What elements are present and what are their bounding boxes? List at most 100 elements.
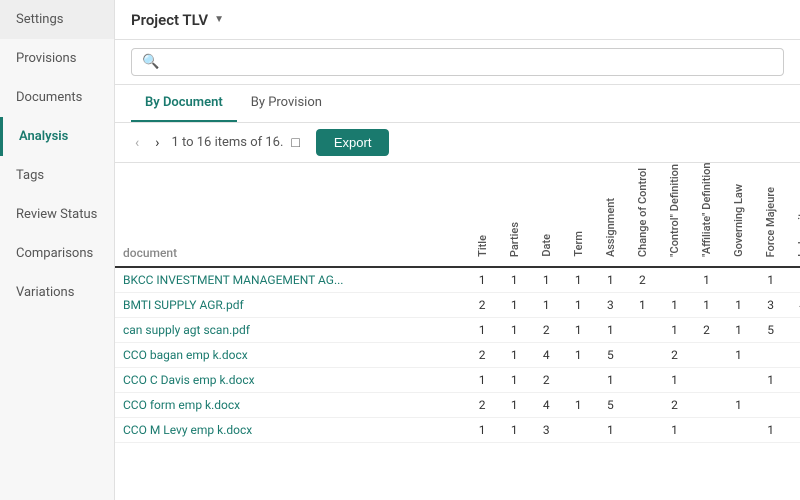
cell-r2-c3: 1: [562, 318, 594, 343]
cell-r6-c8: [723, 418, 755, 443]
cell-r3-c0: 2: [466, 343, 498, 368]
sidebar-item-variations[interactable]: Variations: [0, 273, 114, 312]
doc-name-cell[interactable]: CCO M Levy emp k.docx: [115, 418, 466, 443]
cell-r2-c10: 1: [787, 318, 800, 343]
col-header-assignment: Assignment: [594, 163, 626, 267]
cell-r6-c10: [787, 418, 800, 443]
cell-r6-c6: 1: [658, 418, 690, 443]
cell-r4-c5: [626, 368, 658, 393]
cell-r4-c10: [787, 368, 800, 393]
cell-r4-c7: [690, 368, 722, 393]
cell-r0-c9: 1: [755, 267, 787, 293]
search-bar: 🔍: [115, 40, 800, 85]
cell-r3-c3: 1: [562, 343, 594, 368]
doc-column-header: document: [115, 163, 466, 267]
search-input-wrap[interactable]: 🔍: [131, 48, 784, 76]
cell-r1-c7: 1: [690, 293, 722, 318]
cell-r2-c6: 1: [658, 318, 690, 343]
cell-r2-c7: 2: [690, 318, 722, 343]
cell-r3-c10: 1: [787, 343, 800, 368]
cell-r5-c1: 1: [498, 393, 530, 418]
cell-r5-c2: 4: [530, 393, 562, 418]
cell-r1-c10: 4: [787, 293, 800, 318]
cell-r1-c4: 3: [594, 293, 626, 318]
tab-by-provision[interactable]: By Provision: [237, 85, 336, 122]
cell-r5-c9: [755, 393, 787, 418]
cell-r5-c5: [626, 393, 658, 418]
cell-r1-c6: 1: [658, 293, 690, 318]
provisions-table: document TitlePartiesDateTermAssignmentC…: [115, 163, 800, 443]
doc-name-cell[interactable]: CCO bagan emp k.docx: [115, 343, 466, 368]
cell-r3-c2: 4: [530, 343, 562, 368]
col-header-force-majeure: Force Majeure: [755, 163, 787, 267]
cell-r2-c4: 1: [594, 318, 626, 343]
cell-r1-c8: 1: [723, 293, 755, 318]
cell-r1-c3: 1: [562, 293, 594, 318]
project-dropdown-icon[interactable]: ▼: [214, 14, 224, 25]
cell-r1-c1: 1: [498, 293, 530, 318]
doc-name-cell[interactable]: CCO C Davis emp k.docx: [115, 368, 466, 393]
sidebar-item-tags[interactable]: Tags: [0, 156, 114, 195]
col-header--control-definition: "Control" Definition: [658, 163, 690, 267]
col-header-term: Term: [562, 163, 594, 267]
pagination-bar: ‹ › 1 to 16 items of 16. □ Export: [115, 123, 800, 163]
cell-r1-c9: 3: [755, 293, 787, 318]
sidebar-item-documents[interactable]: Documents: [0, 78, 114, 117]
sidebar: SettingsProvisionsDocumentsAnalysisTagsR…: [0, 0, 115, 500]
doc-name-cell[interactable]: can supply agt scan.pdf: [115, 318, 466, 343]
main-content: Project TLV ▼ 🔍 By DocumentBy Provision …: [115, 0, 800, 500]
doc-name-cell[interactable]: BMTI SUPPLY AGR.pdf: [115, 293, 466, 318]
prev-page-button[interactable]: ‹: [131, 133, 143, 153]
export-button[interactable]: Export: [316, 129, 390, 156]
cell-r5-c10: 1: [787, 393, 800, 418]
sidebar-item-provisions[interactable]: Provisions: [0, 39, 114, 78]
cell-r6-c4: 1: [594, 418, 626, 443]
cell-r4-c3: [562, 368, 594, 393]
cell-r4-c1: 1: [498, 368, 530, 393]
tab-by-document[interactable]: By Document: [131, 85, 237, 122]
cell-r5-c7: [690, 393, 722, 418]
table-row: CCO C Davis emp k.docx1121112: [115, 368, 800, 393]
cell-r1-c0: 2: [466, 293, 498, 318]
cell-r6-c9: 1: [755, 418, 787, 443]
table-wrap: document TitlePartiesDateTermAssignmentC…: [115, 163, 800, 500]
cell-r3-c9: [755, 343, 787, 368]
cell-r5-c3: 1: [562, 393, 594, 418]
sidebar-item-analysis[interactable]: Analysis: [0, 117, 114, 156]
table-row: BKCC INVESTMENT MANAGEMENT AG...11111211…: [115, 267, 800, 293]
cell-r0-c10: [787, 267, 800, 293]
cell-r6-c0: 1: [466, 418, 498, 443]
cell-r3-c7: [690, 343, 722, 368]
cell-r5-c6: 2: [658, 393, 690, 418]
cell-r6-c3: [562, 418, 594, 443]
cell-r5-c8: 1: [723, 393, 755, 418]
table-body: BKCC INVESTMENT MANAGEMENT AG...11111211…: [115, 267, 800, 443]
cell-r0-c1: 1: [498, 267, 530, 293]
doc-name-cell[interactable]: CCO form emp k.docx: [115, 393, 466, 418]
cell-r4-c0: 1: [466, 368, 498, 393]
table-row: CCO bagan emp k.docx214152113: [115, 343, 800, 368]
doc-name-cell[interactable]: BKCC INVESTMENT MANAGEMENT AG...: [115, 267, 466, 293]
col-header--affiliate-definition: "Affiliate" Definition: [690, 163, 722, 267]
table-row: CCO form emp k.docx214152113: [115, 393, 800, 418]
sidebar-item-review-status[interactable]: Review Status: [0, 195, 114, 234]
cell-r0-c6: [658, 267, 690, 293]
cell-r3-c5: [626, 343, 658, 368]
sidebar-item-comparisons[interactable]: Comparisons: [0, 234, 114, 273]
col-header-governing-law: Governing Law: [723, 163, 755, 267]
pagination-settings-icon[interactable]: □: [291, 134, 299, 151]
search-icon: 🔍: [142, 54, 159, 70]
cell-r0-c5: 2: [626, 267, 658, 293]
next-page-button[interactable]: ›: [151, 133, 163, 153]
sidebar-item-settings[interactable]: Settings: [0, 0, 114, 39]
cell-r2-c5: [626, 318, 658, 343]
cell-r3-c4: 5: [594, 343, 626, 368]
col-header-parties: Parties: [498, 163, 530, 267]
cell-r6-c7: [690, 418, 722, 443]
search-input[interactable]: [165, 55, 773, 70]
tabs-bar: By DocumentBy Provision: [115, 85, 800, 123]
cell-r3-c1: 1: [498, 343, 530, 368]
cell-r5-c4: 5: [594, 393, 626, 418]
cell-r1-c5: 1: [626, 293, 658, 318]
cell-r4-c9: 1: [755, 368, 787, 393]
